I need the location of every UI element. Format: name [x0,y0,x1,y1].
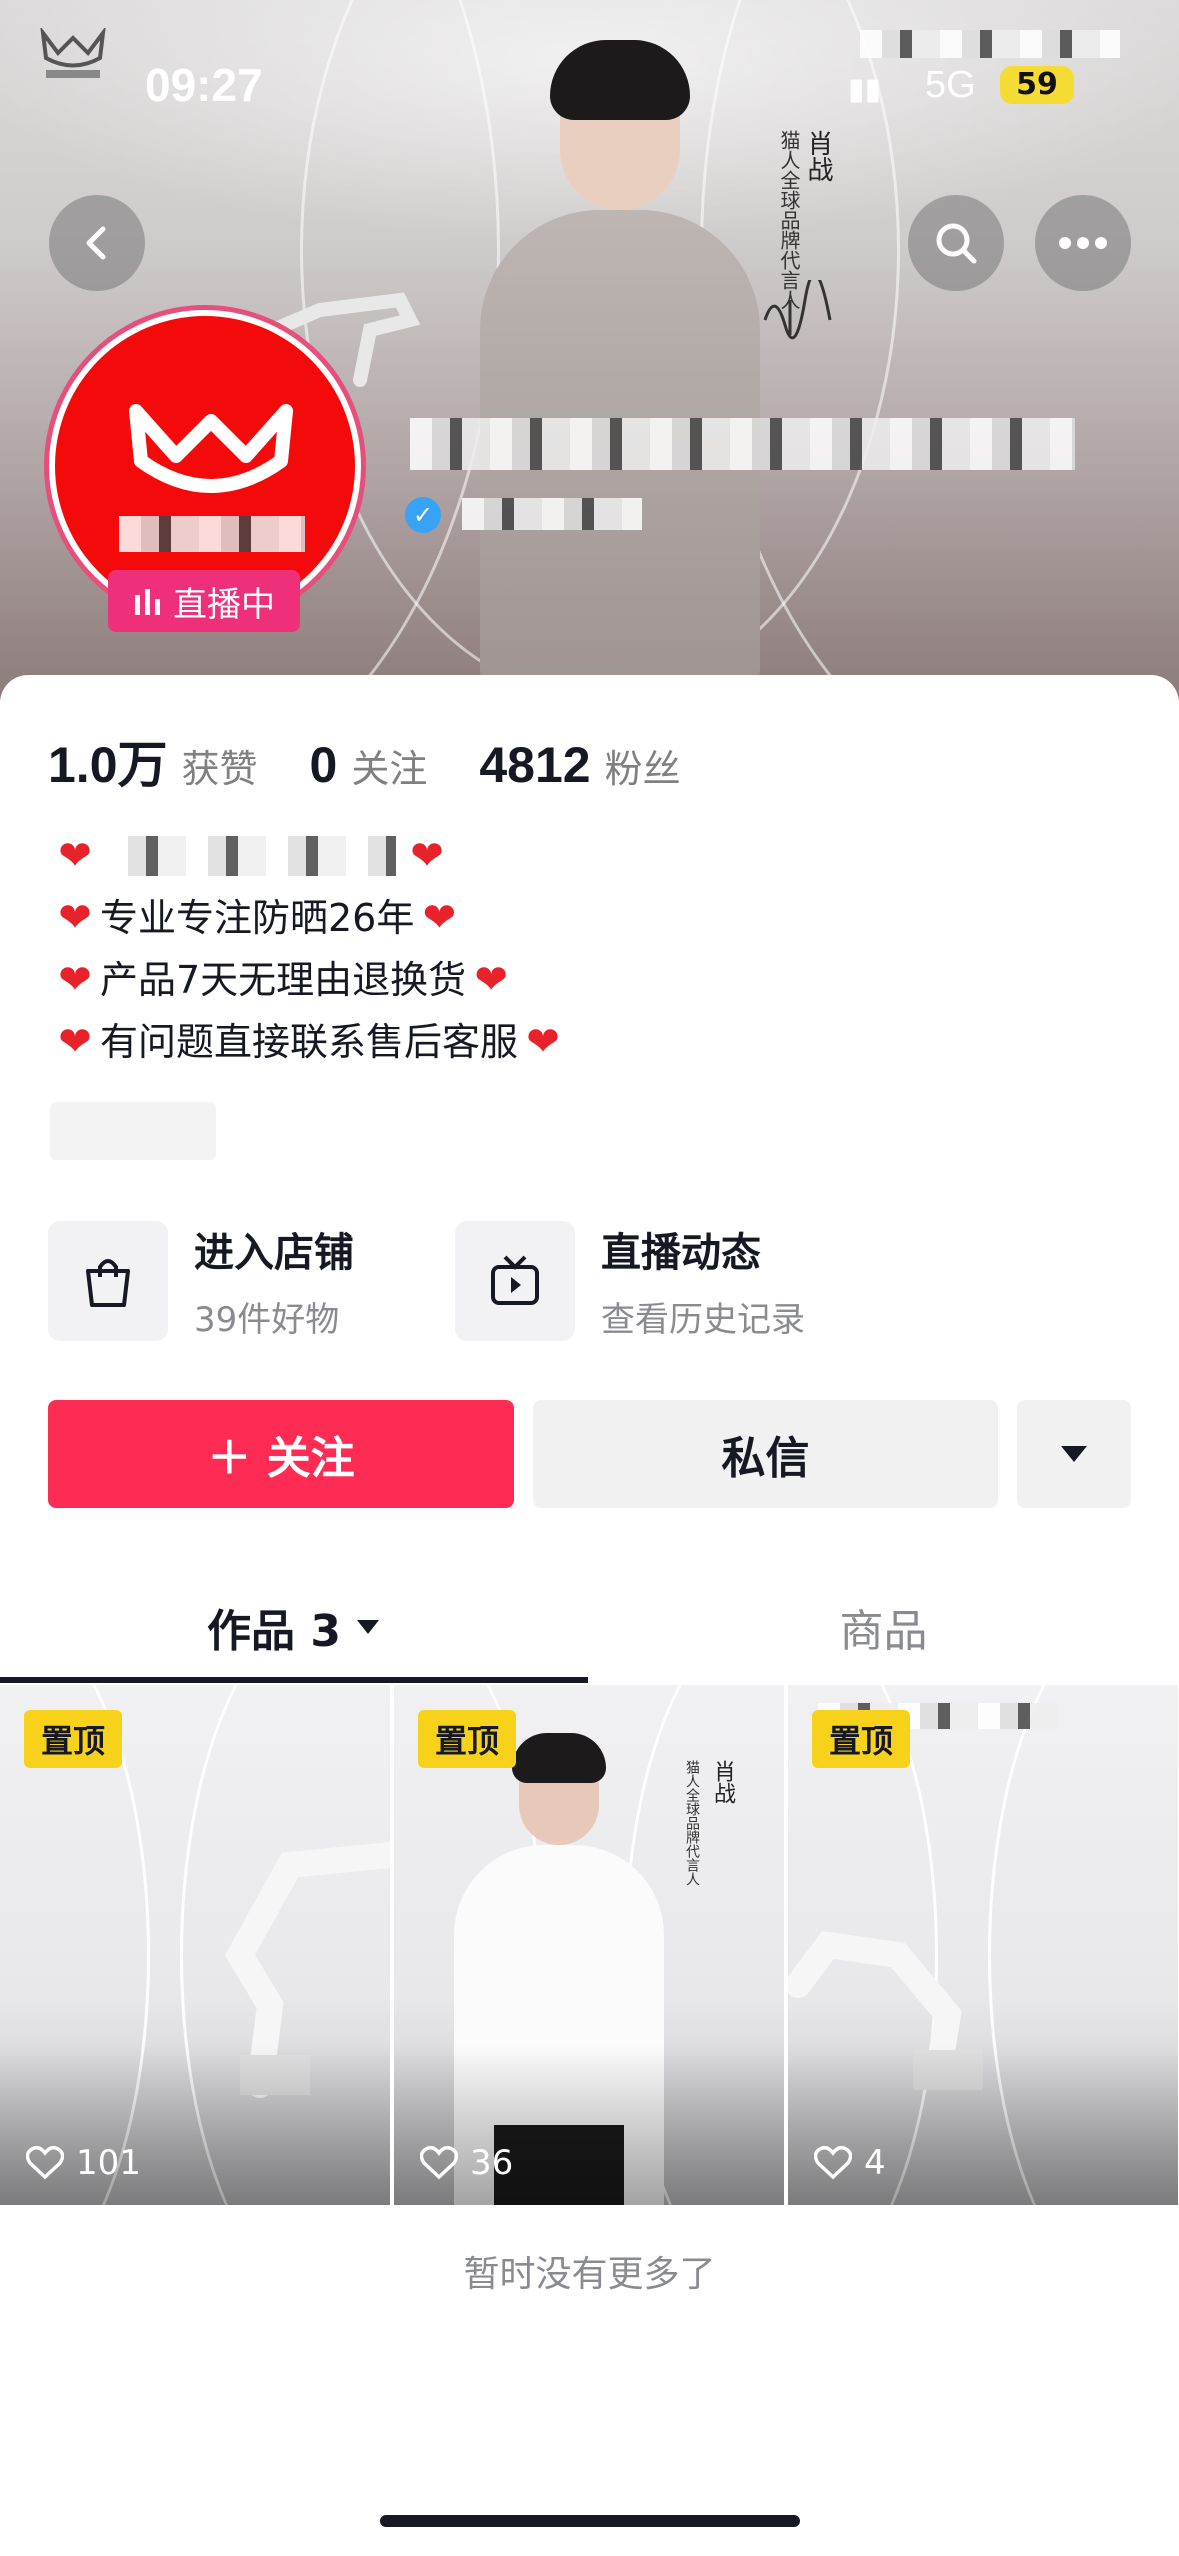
chevron-left-icon [86,226,106,260]
profile-card: 1.0万 获赞 0 关注 4812 粉丝 ❤ ❤ ❤ 专业专注防晒26年 ❤ ❤… [0,675,1179,2556]
endorser-title: 猫人全球品牌代言人 [684,1760,700,1886]
signature-graphic [763,280,832,340]
endorser-hair [512,1733,606,1783]
signal-icon: ▮▮ [848,72,882,107]
heart-emoji-icon: ❤ [422,895,457,941]
pinned-badge: 置顶 [418,1710,516,1768]
follow-button[interactable]: ＋ 关注 [48,1400,514,1508]
stat-likes[interactable]: 1.0万 获赞 [48,725,258,797]
search-button[interactable] [908,195,1004,291]
live-history-subtitle: 查看历史记录 [601,1300,805,1340]
redacted-nickname [410,418,1075,470]
bio-line: ❤ ❤ [50,825,1130,887]
shop-entry[interactable]: 进入店铺 39件好物 [48,1220,354,1341]
status-bar: 09:27 ▮▮ 5G 59 [0,0,1179,150]
redacted-tag[interactable] [50,1102,216,1160]
more-dots-icon [1059,237,1107,249]
heart-outline-icon [814,2146,852,2180]
pinned-badge: 置顶 [812,1710,910,1768]
heart-emoji-icon: ❤ [58,895,92,941]
home-indicator[interactable] [380,2515,800,2527]
tv-play-icon [491,1255,539,1305]
caret-down-icon [1061,1446,1087,1462]
back-button[interactable] [49,195,145,291]
stat-followers[interactable]: 4812 粉丝 [479,736,680,794]
verified-icon: ✓ [405,497,441,533]
heart-emoji-icon: ❤ [474,957,508,1003]
endorser-name: 肖战 [710,1760,735,1804]
live-bars-icon [135,589,160,615]
heart-emoji-icon: ❤ [410,833,444,879]
live-history-entry[interactable]: 直播动态 查看历史记录 [455,1220,805,1341]
battery-level: 59 [1000,66,1074,104]
search-icon [936,223,977,264]
message-button[interactable]: 私信 [533,1400,998,1508]
like-count: 36 [420,2143,513,2183]
redacted-account-id [462,498,642,530]
profile-page: 猫人全球品牌代言人 肖战 09:27 ▮▮ 5G 59 直播中 ✓ 1.0万 获… [0,0,1179,2556]
profile-stats: 1.0万 获赞 0 关注 4812 粉丝 [48,725,733,797]
video-thumbnail[interactable]: 肖战 猫人全球品牌代言人 置顶 36 [394,1685,784,2205]
shop-entry-subtitle: 39件好物 [194,1300,340,1340]
redacted-brand-text [119,516,305,552]
video-thumbnail[interactable]: 置顶 4 [788,1685,1178,2205]
shopping-bag-icon [86,1258,130,1307]
video-thumbnail[interactable]: 置顶 101 [0,1685,390,2205]
no-more-content: 暂时没有更多了 [463,2254,716,2295]
heart-emoji-icon: ❤ [58,957,92,1003]
network-label: 5G [925,64,976,106]
app-cat-logo-icon [40,28,106,78]
content-tabs: 作品 3 商品 [0,1575,1179,1685]
like-count: 4 [814,2143,886,2183]
tab-works[interactable]: 作品 3 [0,1575,588,1679]
heart-emoji-icon: ❤ [58,1019,92,1065]
profile-banner: 猫人全球品牌代言人 肖战 09:27 ▮▮ 5G 59 直播中 ✓ [0,0,1179,700]
live-badge[interactable]: 直播中 [108,570,300,632]
more-button[interactable] [1035,195,1131,291]
pinned-badge: 置顶 [24,1710,122,1768]
tab-active-indicator [0,1677,588,1683]
bio-line: ❤ 有问题直接联系售后客服 ❤ [50,1011,1130,1073]
heart-emoji-icon: ❤ [526,1019,560,1065]
live-history-title: 直播动态 [601,1230,761,1276]
profile-bio: ❤ ❤ ❤ 专业专注防晒26年 ❤ ❤ 产品7天无理由退换货 ❤ ❤ 有问题直接… [50,825,1130,1073]
video-grid: 置顶 101 肖战 猫人全球品牌代言人 置顶 36 置顶 4 [0,1685,1179,2205]
heart-outline-icon [26,2146,64,2180]
caret-down-icon [356,1620,379,1634]
redacted-bio-text [106,836,396,876]
more-options-button[interactable] [1017,1400,1131,1508]
like-count: 101 [26,2143,141,2183]
status-time: 09:27 [145,59,263,111]
bio-line: ❤ 专业专注防晒26年 ❤ [50,887,1130,949]
shop-entry-title: 进入店铺 [194,1230,354,1276]
tab-goods[interactable]: 商品 [588,1575,1179,1679]
heart-emoji-icon: ❤ [58,833,92,879]
brand-cat-logo-icon [129,404,293,493]
live-badge-label: 直播中 [173,584,275,625]
heart-outline-icon [420,2146,458,2180]
bio-line: ❤ 产品7天无理由退换货 ❤ [50,949,1130,1011]
redacted-status [860,30,1120,58]
stat-following[interactable]: 0 关注 [310,736,428,794]
